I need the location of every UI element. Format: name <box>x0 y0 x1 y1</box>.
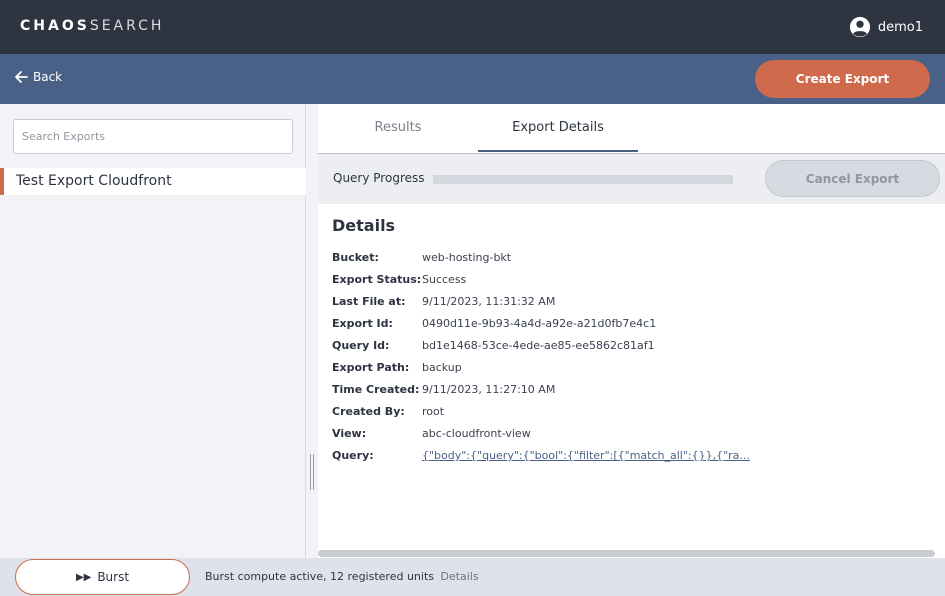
detail-key: Export Path: <box>332 361 410 374</box>
burst-label: Burst <box>97 570 130 584</box>
detail-value: abc-cloudfront-view <box>422 427 531 440</box>
detail-key: Last File at: <box>332 295 406 308</box>
panel-splitter[interactable] <box>307 104 318 558</box>
chaossearch-logo[interactable]: CHAOSSEARCH <box>20 18 164 34</box>
export-panel: Results Export Details Query Progress Ca… <box>318 104 945 558</box>
detail-key: Created By: <box>332 405 405 418</box>
cancel-export-button[interactable]: Cancel Export <box>765 160 940 197</box>
user-name: demo1 <box>877 19 923 35</box>
tab-bar: Results Export Details <box>318 104 945 154</box>
exports-sidebar: Test Export Cloudfront <box>0 104 306 558</box>
user-menu[interactable]: demo1 <box>849 16 923 38</box>
detail-key: Export Status: <box>332 273 422 286</box>
logo-thin-text: SEARCH <box>89 18 165 34</box>
detail-key: Export Id: <box>332 317 393 330</box>
export-list-item[interactable]: Test Export Cloudfront <box>0 168 306 195</box>
detail-key: Bucket: <box>332 251 379 264</box>
back-label: Back <box>33 70 63 84</box>
fast-forward-icon: ▶▶ <box>75 571 92 583</box>
logo-bold-text: CHAOS <box>20 18 90 34</box>
detail-value: 9/11/2023, 11:27:10 AM <box>422 383 556 396</box>
search-exports-input[interactable] <box>13 119 293 154</box>
detail-value: Success <box>422 273 467 286</box>
burst-button[interactable]: ▶▶ Burst <box>15 559 190 595</box>
detail-key: Time Created: <box>332 383 420 396</box>
query-progress-label: Query Progress <box>333 171 425 185</box>
back-button[interactable]: Back <box>13 69 62 85</box>
query-progress-row: Query Progress Cancel Export <box>318 154 945 204</box>
burst-status-text: Burst compute active, 12 registered unit… <box>205 570 479 583</box>
tab-results[interactable]: Results <box>338 104 458 152</box>
detail-key: Query Id: <box>332 339 390 352</box>
details-heading: Details <box>332 216 396 235</box>
arrow-left-icon <box>15 71 28 83</box>
burst-details-link[interactable]: Details <box>441 570 479 583</box>
action-bar: Back Create Export <box>0 54 945 104</box>
horizontal-scrollbar[interactable] <box>318 550 935 557</box>
detail-value: bd1e1468-53ce-4ede-ae85-ee5862c81af1 <box>422 339 655 352</box>
create-export-button[interactable]: Create Export <box>755 60 930 98</box>
tab-export-details[interactable]: Export Details <box>478 104 638 152</box>
user-avatar-icon <box>849 16 870 38</box>
detail-value: backup <box>422 361 462 374</box>
detail-value: 9/11/2023, 11:31:32 AM <box>422 295 556 308</box>
detail-value: root <box>422 405 445 418</box>
detail-value: web-hosting-bkt <box>422 251 512 264</box>
burst-status-message: Burst compute active, 12 registered unit… <box>205 570 434 583</box>
query-link[interactable]: {"body":{"query":{"bool":{"filter":[{"ma… <box>422 447 750 465</box>
burst-status-bar: ▶▶ Burst Burst compute active, 12 regist… <box>0 558 945 596</box>
detail-value: 0490d11e-9b93-4a4d-a92e-a21d0fb7e4c1 <box>422 317 657 330</box>
detail-key: View: <box>332 427 367 440</box>
top-bar: CHAOSSEARCH demo1 <box>0 0 945 54</box>
query-progress-bar <box>433 175 733 184</box>
splitter-grip-icon[interactable] <box>310 454 314 490</box>
detail-key: Query: <box>332 449 374 462</box>
